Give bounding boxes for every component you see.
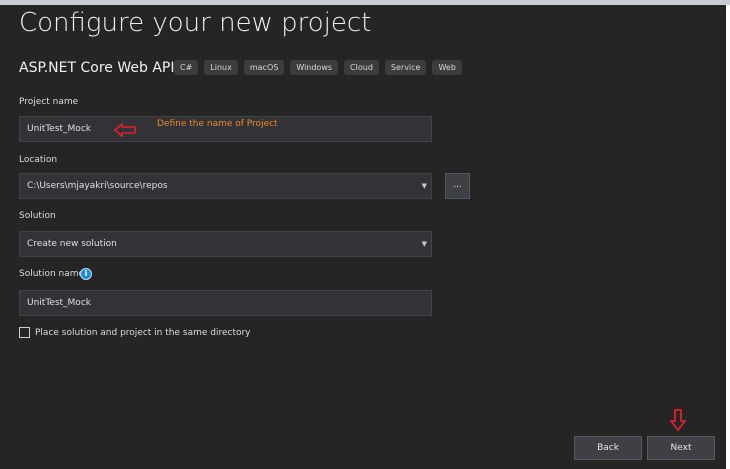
project-name-label: Project name bbox=[19, 97, 79, 107]
tag-windows: Windows bbox=[290, 60, 339, 75]
tag-cloud: Cloud bbox=[344, 60, 379, 75]
chevron-down-icon: ▼ bbox=[421, 182, 427, 190]
project-type-label: ASP.NET Core Web API bbox=[19, 60, 175, 76]
tag-service: Service bbox=[384, 60, 427, 75]
annotation-text: Define the name of Project bbox=[157, 119, 278, 129]
back-button[interactable]: Back bbox=[574, 436, 642, 460]
tag-web: Web bbox=[432, 60, 462, 75]
annotation-left-arrow-icon bbox=[114, 123, 136, 137]
same-directory-checkbox[interactable] bbox=[19, 327, 30, 338]
same-directory-label: Place solution and project in the same d… bbox=[35, 328, 251, 338]
solution-value: Create new solution bbox=[27, 239, 117, 249]
page-title: Configure your new project bbox=[19, 8, 372, 38]
next-button[interactable]: Next bbox=[647, 436, 715, 460]
tag-macos: macOS bbox=[243, 60, 285, 75]
project-tags: C# Linux macOS Windows Cloud Service Web bbox=[174, 60, 462, 75]
annotation-down-arrow-icon bbox=[670, 409, 686, 431]
location-value: C:\Users\mjayakri\source\repos bbox=[27, 181, 168, 191]
chevron-down-icon: ▼ bbox=[421, 240, 427, 248]
configure-project-dialog: Configure your new project ASP.NET Core … bbox=[0, 5, 726, 469]
solution-name-label: Solution name bbox=[19, 269, 85, 279]
solution-name-input[interactable]: UnitTest_Mock bbox=[19, 290, 432, 316]
location-dropdown[interactable]: C:\Users\mjayakri\source\repos ▼ bbox=[19, 173, 432, 199]
solution-label: Solution bbox=[19, 211, 56, 221]
location-label: Location bbox=[19, 155, 58, 165]
browse-button[interactable]: ... bbox=[445, 173, 470, 199]
info-icon[interactable]: i bbox=[80, 268, 92, 280]
tag-csharp: C# bbox=[174, 60, 199, 75]
solution-dropdown[interactable]: Create new solution ▼ bbox=[19, 231, 432, 257]
tag-linux: Linux bbox=[204, 60, 238, 75]
